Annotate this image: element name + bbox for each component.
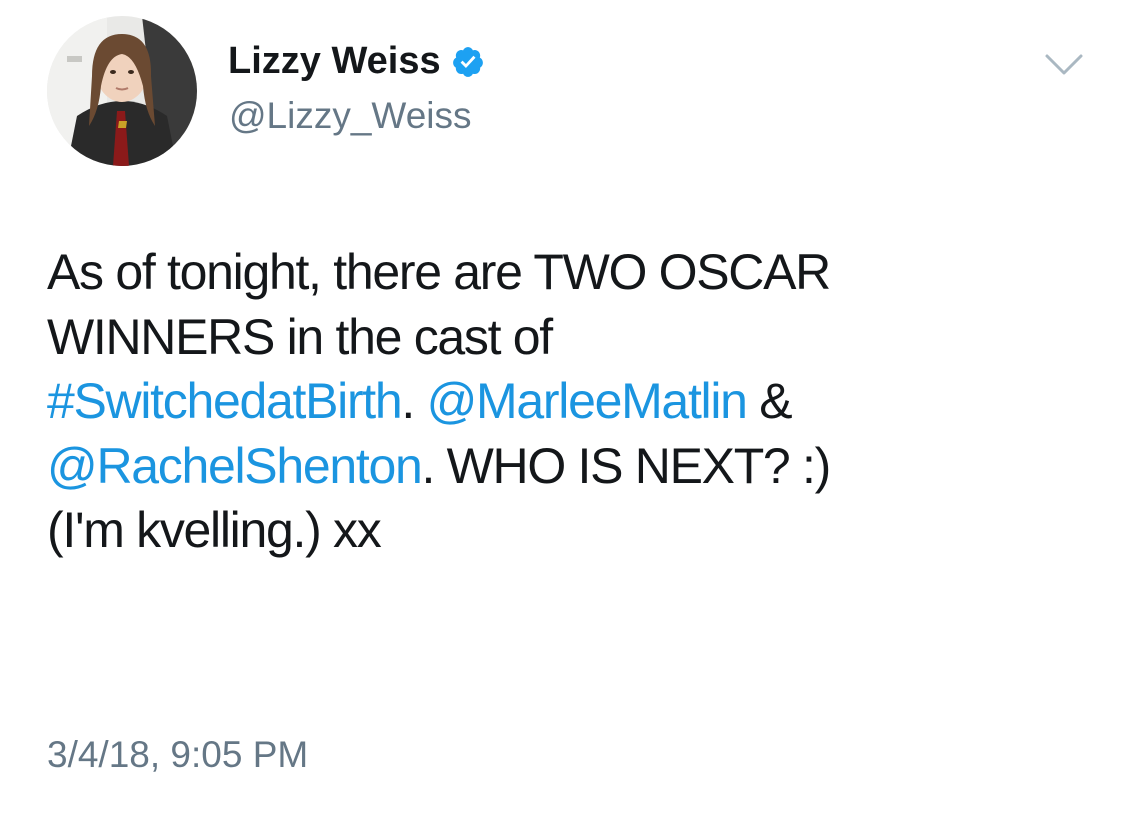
display-name-text: Lizzy Weiss	[228, 40, 441, 82]
chevron-down-icon[interactable]	[1044, 52, 1084, 83]
profile-photo	[47, 16, 197, 166]
tweet-text-fragment: . WHO IS NEXT? :)	[421, 437, 831, 494]
tweet-timestamp[interactable]: 3/4/18, 9:05 PM	[47, 733, 308, 777]
tweet-text-line: @RachelShenton. WHO IS NEXT? :)	[47, 434, 1087, 499]
tweet-text-fragment: .	[401, 373, 427, 429]
tweet-text-fragment: &	[746, 373, 792, 429]
mention-link-rachelshenton[interactable]: @RachelShenton	[47, 438, 423, 494]
tweet-text-line: WINNERS in the cast of	[47, 308, 553, 365]
username-handle[interactable]: @Lizzy_Weiss	[229, 94, 472, 138]
avatar[interactable]	[47, 16, 197, 166]
verified-badge-icon	[451, 44, 485, 90]
tweet-text-line: As of tonight, there are TWO OSCAR	[47, 244, 831, 300]
mention-link-marleematlin[interactable]: @MarleeMatlin	[427, 373, 748, 429]
tweet-text-line: #SwitchedatBirth. @MarleeMatlin &	[47, 369, 1087, 434]
hashtag-link[interactable]: #SwitchedatBirth	[47, 373, 403, 429]
tweet-text-line: (I'm kvelling.) xx	[47, 502, 382, 558]
display-name[interactable]: Lizzy Weiss	[228, 38, 485, 90]
tweet-text: As of tonight, there are TWO OSCAR WINNE…	[47, 240, 1087, 563]
